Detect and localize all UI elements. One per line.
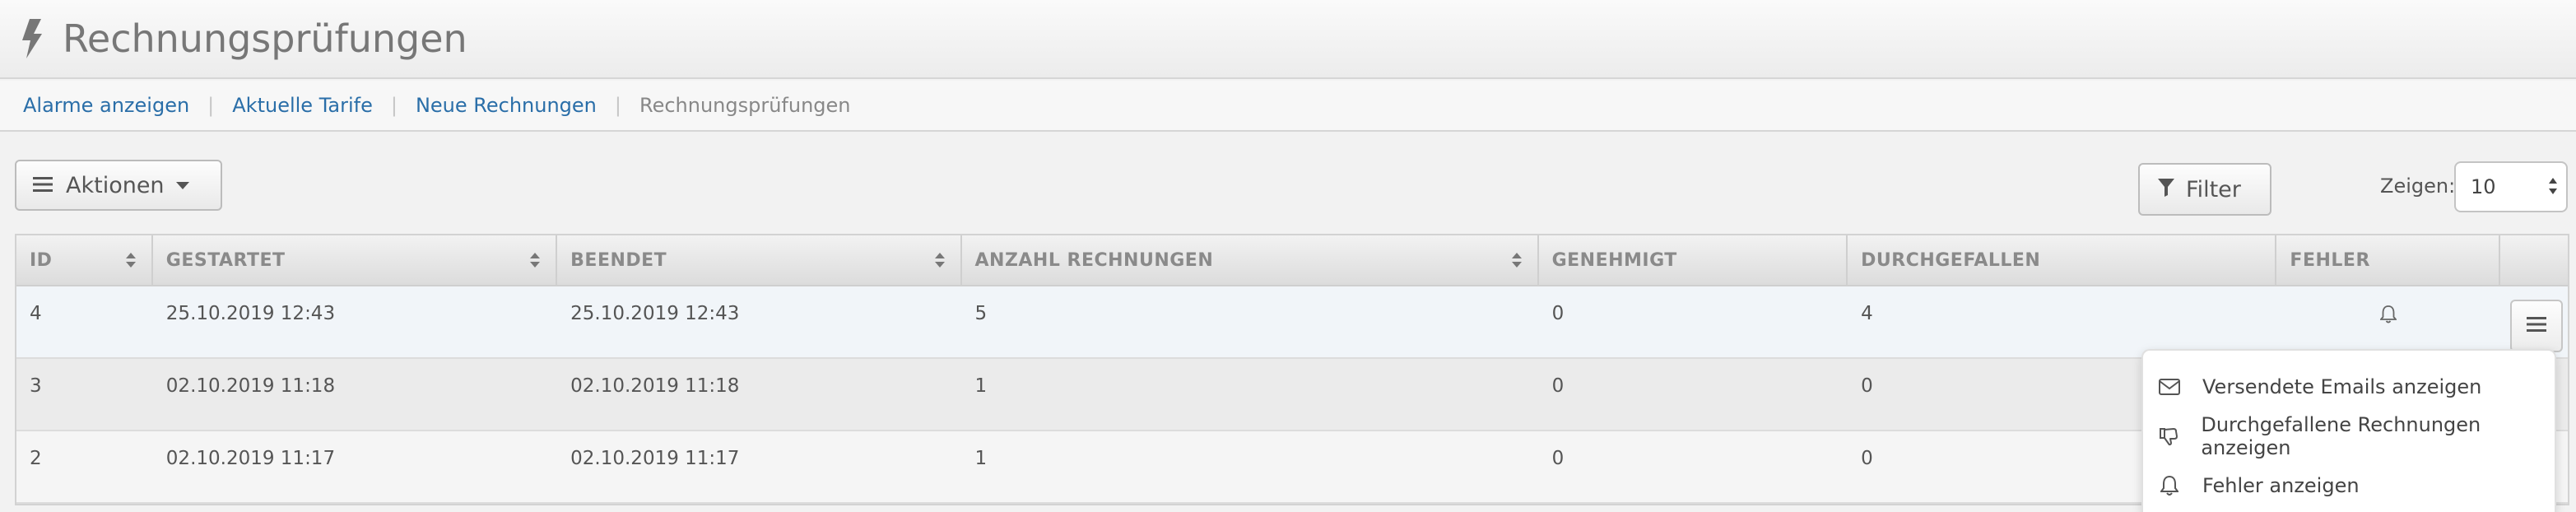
breadcrumb-link-tariffs[interactable]: Aktuelle Tarife	[232, 94, 373, 117]
page-title: Rechnungsprüfungen	[63, 16, 467, 61]
column-header-actions	[2500, 235, 2568, 285]
breadcrumb: Alarme anzeigen | Aktuelle Tarife | Neue…	[0, 81, 2576, 132]
sort-icon	[529, 251, 541, 274]
hamburger-icon	[2527, 316, 2546, 336]
table-row[interactable]: 4 25.10.2019 12:43 25.10.2019 12:43 5 0 …	[16, 286, 2568, 359]
cell-failed: 4	[1861, 303, 1873, 324]
table-header: ID GESTARTET BEENDET ANZAHL RECHNUNGEN G…	[16, 235, 2568, 286]
filter-label: Filter	[2186, 176, 2241, 202]
cell-invoice-count: 1	[974, 448, 988, 469]
sort-icon	[125, 251, 137, 274]
cell-invoice-count: 1	[974, 375, 988, 397]
breadcrumb-current: Rechnungsprüfungen	[639, 94, 851, 117]
menu-item-sent-emails[interactable]: Versendete Emails anzeigen	[2143, 362, 2555, 412]
bell-icon	[2158, 475, 2181, 496]
actions-label: Aktionen	[66, 172, 165, 198]
breadcrumb-link-alarms[interactable]: Alarme anzeigen	[23, 94, 189, 117]
thumbs-down-icon	[2158, 426, 2179, 446]
column-header-failed: DURCHGEFALLEN	[1848, 235, 2277, 285]
menu-item-failed-invoices[interactable]: Durchgefallene Rechnungen anzeigen	[2143, 412, 2555, 461]
breadcrumb-separator: |	[207, 94, 215, 117]
page-size-select[interactable]: 10	[2454, 161, 2568, 212]
actions-dropdown-button[interactable]: Aktionen	[15, 160, 222, 211]
cell-errors	[2276, 286, 2500, 357]
page-size-value: 10	[2471, 175, 2496, 198]
cell-ended: 25.10.2019 12:43	[570, 303, 740, 324]
page-header: Rechnungsprüfungen	[0, 0, 2576, 79]
row-actions-button[interactable]	[2510, 300, 2563, 352]
breadcrumb-separator: |	[390, 94, 398, 117]
cell-ended: 02.10.2019 11:18	[570, 375, 740, 397]
row-actions-menu: Versendete Emails anzeigen Durchgefallen…	[2141, 349, 2556, 512]
column-header-id[interactable]: ID	[16, 235, 153, 285]
cell-id: 3	[30, 375, 42, 397]
cell-started: 02.10.2019 11:18	[165, 375, 336, 397]
caret-down-icon	[175, 181, 189, 189]
column-header-invoice-count[interactable]: ANZAHL RECHNUNGEN	[962, 235, 1539, 285]
cell-invoice-count: 5	[974, 303, 988, 324]
menu-item-errors[interactable]: Fehler anzeigen	[2143, 461, 2555, 510]
sort-icon	[934, 251, 946, 274]
cell-started: 02.10.2019 11:17	[165, 448, 336, 469]
breadcrumb-link-new-invoices[interactable]: Neue Rechnungen	[416, 94, 597, 117]
cell-approved: 0	[1551, 303, 1565, 324]
column-header-errors: FEHLER	[2276, 235, 2501, 285]
sort-icon	[1511, 251, 1523, 274]
filter-button[interactable]: Filter	[2138, 163, 2271, 216]
column-header-ended[interactable]: BEENDET	[557, 235, 962, 285]
envelope-icon	[2158, 379, 2181, 395]
select-arrows-icon	[2548, 176, 2558, 201]
breadcrumb-separator: |	[614, 94, 621, 117]
hamburger-icon	[33, 173, 53, 198]
column-header-started[interactable]: GESTARTET	[153, 235, 558, 285]
cell-id: 4	[30, 303, 42, 324]
cell-id: 2	[30, 448, 42, 469]
cell-started: 25.10.2019 12:43	[165, 303, 336, 324]
page-size-label: Zeigen:	[2380, 175, 2456, 198]
bolt-icon	[21, 17, 44, 60]
cell-approved: 0	[1551, 375, 1565, 397]
column-header-approved: GENEHMIGT	[1539, 235, 1848, 285]
cell-ended: 02.10.2019 11:17	[570, 448, 740, 469]
cell-approved: 0	[1551, 448, 1565, 469]
funnel-icon	[2158, 177, 2174, 202]
